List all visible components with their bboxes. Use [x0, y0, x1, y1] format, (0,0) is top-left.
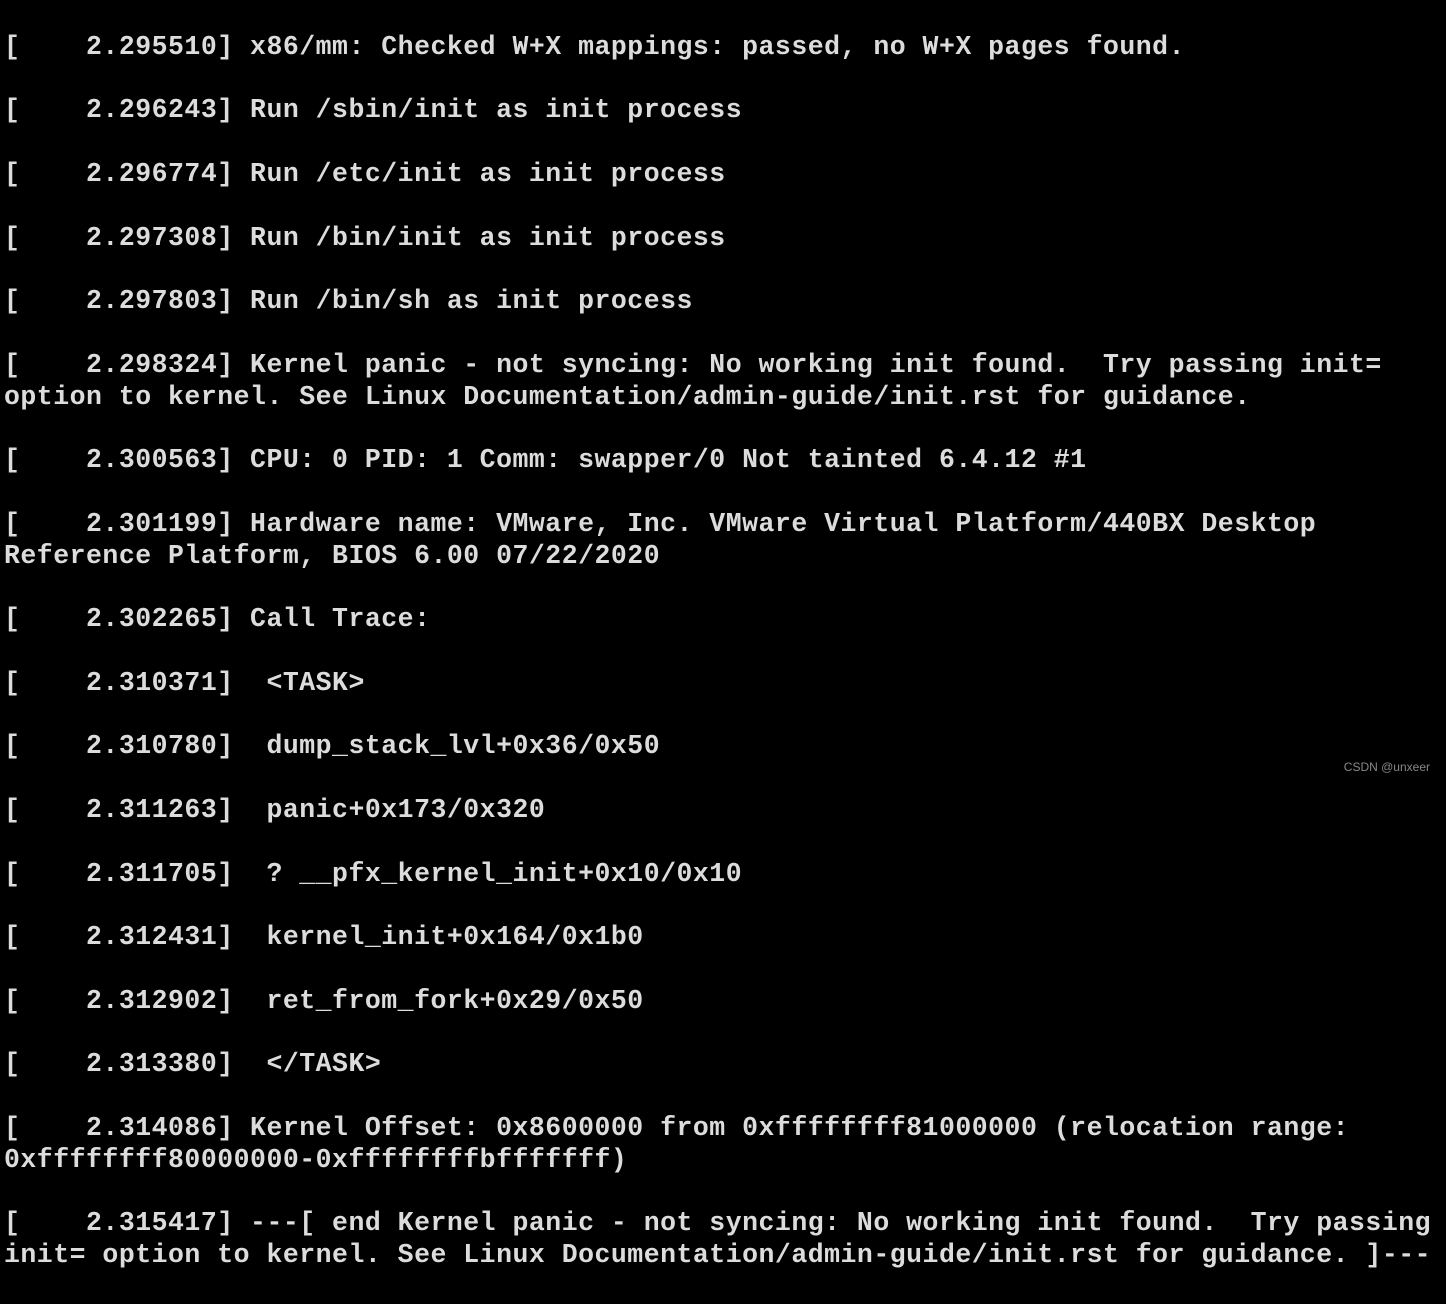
log-line: [ 2.298324] Kernel panic - not syncing: … — [4, 350, 1442, 414]
log-line: [ 2.296774] Run /etc/init as init proces… — [4, 159, 1442, 191]
log-line: [ 2.312902] ret_from_fork+0x29/0x50 — [4, 986, 1442, 1018]
log-line: [ 2.311263] panic+0x173/0x320 — [4, 795, 1442, 827]
log-line: [ 2.302265] Call Trace: — [4, 604, 1442, 636]
watermark-text: CSDN @unxeer — [1344, 760, 1430, 774]
log-line: [ 2.310780] dump_stack_lvl+0x36/0x50 — [4, 731, 1442, 763]
log-line: [ 2.310371] <TASK> — [4, 668, 1442, 700]
log-line: [ 2.296243] Run /sbin/init as init proce… — [4, 95, 1442, 127]
log-line: [ 2.312431] kernel_init+0x164/0x1b0 — [4, 922, 1442, 954]
log-line: [ 2.313380] </TASK> — [4, 1049, 1442, 1081]
log-line: [ 2.311705] ? __pfx_kernel_init+0x10/0x1… — [4, 859, 1442, 891]
log-line: [ 2.297308] Run /bin/init as init proces… — [4, 223, 1442, 255]
log-line: [ 2.301199] Hardware name: VMware, Inc. … — [4, 509, 1442, 573]
log-line: [ 2.297803] Run /bin/sh as init process — [4, 286, 1442, 318]
log-line: [ 2.314086] Kernel Offset: 0x8600000 fro… — [4, 1113, 1442, 1177]
terminal-output: [ 2.295510] x86/mm: Checked W+X mappings… — [0, 0, 1446, 1304]
log-line: [ 2.300563] CPU: 0 PID: 1 Comm: swapper/… — [4, 445, 1442, 477]
log-line: [ 2.315417] ---[ end Kernel panic - not … — [4, 1208, 1442, 1272]
log-line: [ 2.295510] x86/mm: Checked W+X mappings… — [4, 32, 1442, 64]
